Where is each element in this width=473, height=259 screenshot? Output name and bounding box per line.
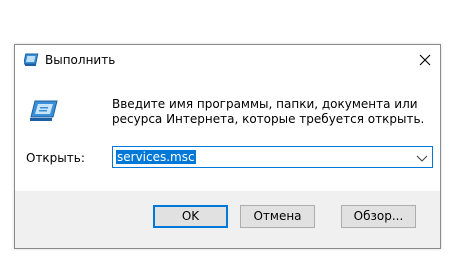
chevron-down-icon <box>416 155 428 162</box>
browse-button[interactable]: Обзор... <box>341 205 416 228</box>
dropdown-button[interactable] <box>416 152 428 162</box>
run-dialog: Выполнить Введите имя программы, папки, … <box>14 44 441 249</box>
run-program-icon <box>29 99 59 123</box>
dialog-content: Введите имя программы, папки, документа … <box>15 75 440 191</box>
window-title: Выполнить <box>45 53 116 67</box>
open-combobox[interactable]: services.msc <box>112 146 433 168</box>
cancel-button[interactable]: Отмена <box>240 205 315 228</box>
open-label: Открыть: <box>26 151 85 165</box>
open-input[interactable]: services.msc <box>116 150 196 164</box>
close-icon <box>419 54 431 66</box>
title-bar[interactable]: Выполнить <box>15 45 440 75</box>
instruction-text: Введите имя программы, папки, документа … <box>112 97 425 126</box>
close-button[interactable] <box>410 45 440 75</box>
ok-button[interactable]: OK <box>153 205 228 228</box>
run-icon <box>23 53 40 67</box>
